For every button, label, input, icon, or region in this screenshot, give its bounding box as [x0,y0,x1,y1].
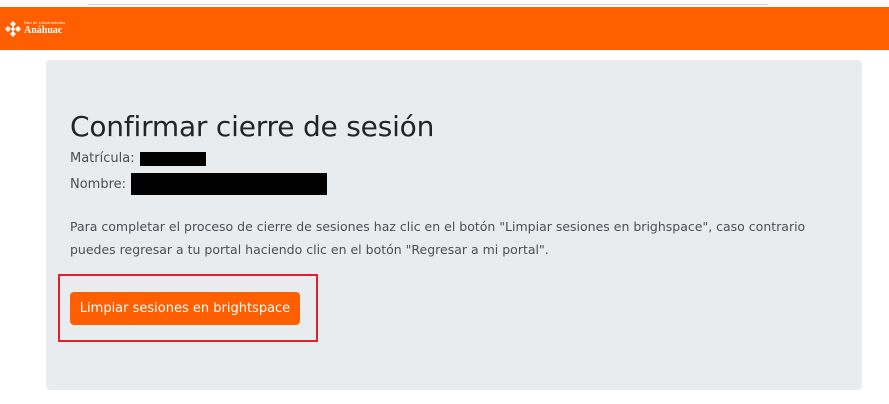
page-title: Confirmar cierre de sesión [70,110,435,143]
matricula-row: Matrícula: [70,151,206,166]
site-header: Red de Universidades Anáhuac [0,7,889,50]
matricula-label: Matrícula: [70,151,135,166]
nombre-row: Nombre: [70,173,328,195]
top-divider [88,0,768,5]
matricula-redacted-value [139,151,206,166]
anahuac-logo[interactable]: Red de Universidades Anáhuac [4,20,65,38]
nombre-label: Nombre: [70,176,127,192]
instructions-text: Para completar el proceso de cierre de s… [70,219,806,257]
nombre-redacted-value [131,173,328,195]
anahuac-diamond-icon [5,20,21,37]
browser-top-strip [0,0,889,7]
logout-card: Confirmar cierre de sesión Matrícula: No… [46,60,862,390]
clear-sessions-button[interactable]: Limpiar sesiones en brightspace [70,292,300,325]
brand-name: Anáhuac [24,25,63,36]
